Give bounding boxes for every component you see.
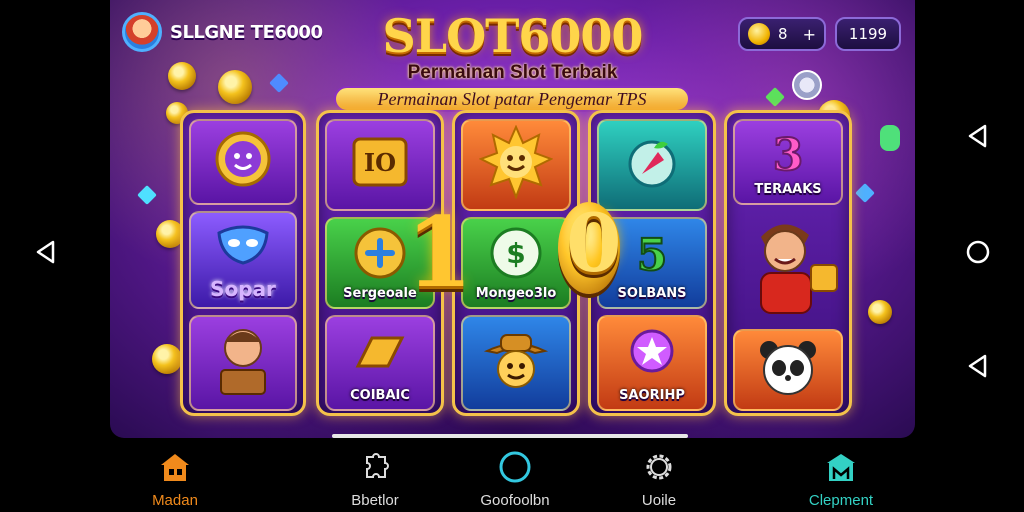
banner-text: Permainan Slot patar Pengemar TPS xyxy=(377,88,647,109)
circle-icon xyxy=(499,451,531,483)
svg-text:3: 3 xyxy=(773,130,804,174)
home-nav-button[interactable] xyxy=(958,232,998,272)
recents-nav-button[interactable] xyxy=(958,346,998,386)
balance-display[interactable]: 1199 xyxy=(835,17,901,51)
add-coins-button[interactable]: + xyxy=(803,25,816,44)
mask-icon xyxy=(217,225,269,265)
gear-icon xyxy=(646,454,672,480)
back-triangle-icon xyxy=(968,124,987,148)
cowboy-icon xyxy=(483,334,549,388)
dollar-icon: $ xyxy=(490,227,542,278)
gem-decoration xyxy=(765,87,785,107)
tab-label: Goofoolbn xyxy=(480,492,550,509)
sun-icon xyxy=(479,125,553,199)
bottom-nav: Madan Bbetlor Goofoolbn Uoile Clepment xyxy=(110,440,915,512)
tab-uoile[interactable]: Uoile xyxy=(604,450,714,509)
tab-label: Madan xyxy=(152,492,198,509)
symbol-hero xyxy=(733,211,843,323)
symbol-laurel-face xyxy=(189,119,297,205)
plus-coin-icon xyxy=(354,227,406,278)
symbol-label: Mongeo3lo xyxy=(475,286,557,301)
back-triangle-icon xyxy=(968,354,987,378)
puzzle-icon xyxy=(366,453,389,478)
promo-banner: Permainan Slot patar Pengemar TPS xyxy=(334,86,690,112)
hero-character-icon xyxy=(760,224,838,314)
store-icon xyxy=(827,454,855,481)
tab-bbetlor[interactable]: Bbetlor xyxy=(320,450,430,509)
symbol-teraaks: 3 TERAAKS xyxy=(733,119,843,205)
symbol-coibaic: COIBAIC xyxy=(325,315,435,411)
symbol-label: TERAAKS xyxy=(754,182,822,197)
symbol-panda xyxy=(733,329,843,411)
tab-label: Bbetlor xyxy=(351,492,399,509)
green-five-icon: 5 xyxy=(636,229,669,278)
symbol-saorihp: SAORIHP xyxy=(597,315,707,411)
symbol-sun xyxy=(461,119,571,211)
tab-madan[interactable]: Madan xyxy=(120,450,230,509)
left-system-bar xyxy=(0,0,110,512)
big-digit-one: 1 xyxy=(406,196,473,309)
tab-label: Uoile xyxy=(641,492,677,509)
coin-icon xyxy=(748,23,770,45)
gold-block-icon: IO xyxy=(352,137,408,187)
block-text: IO xyxy=(364,148,396,177)
reel-5: 3 TERAAKS xyxy=(724,110,852,416)
star-gem-icon xyxy=(630,329,674,372)
coins-value: 8 xyxy=(778,25,788,43)
tab-label: Clepment xyxy=(808,492,874,509)
gem-decoration xyxy=(855,183,875,203)
character-icon xyxy=(220,329,266,395)
symbol-label: Sopar xyxy=(210,277,276,301)
symbol-label: SAORIHP xyxy=(619,388,685,403)
right-system-bar xyxy=(914,0,1024,512)
gem-decoration xyxy=(880,125,900,151)
home-icon xyxy=(161,454,189,481)
tab-goofoolbn[interactable]: Goofoolbn xyxy=(460,450,570,509)
panda-icon xyxy=(760,341,816,395)
coin-decoration xyxy=(152,344,182,374)
fruit-icon xyxy=(628,140,676,188)
symbol-sopar: Sopar xyxy=(189,211,297,309)
gem-decoration xyxy=(137,185,157,205)
home-circle-icon xyxy=(966,240,990,264)
game-viewport: SLLGNE TE6000 SLOT6000 Permainan Slot Te… xyxy=(110,0,915,438)
symbol-label: COIBAIC xyxy=(350,388,410,403)
coins-counter[interactable]: 8 + xyxy=(738,17,826,51)
svg-text:$: $ xyxy=(506,237,525,270)
gold-bar-icon xyxy=(355,336,405,367)
laurel-face-icon xyxy=(215,131,271,187)
tab-clepment[interactable]: Clepment xyxy=(786,450,896,509)
svg-text:5: 5 xyxy=(637,230,668,278)
symbol-label: SOLBANS xyxy=(617,286,687,301)
symbol-mongeo3lo: $ Mongeo3lo xyxy=(461,217,571,309)
balance-value: 1199 xyxy=(848,25,888,43)
back-nav-button-right[interactable] xyxy=(958,116,998,156)
big-digit-zero: 0 xyxy=(566,196,622,290)
back-triangle-icon xyxy=(36,240,55,264)
symbol-cowboy xyxy=(461,315,571,411)
back-nav-button[interactable] xyxy=(26,232,66,272)
symbol-character-treasure xyxy=(189,315,297,411)
settings-icon[interactable] xyxy=(792,70,822,100)
coin-decoration xyxy=(868,300,892,324)
reel-1: Sopar xyxy=(180,110,306,416)
number-three-icon: 3 xyxy=(772,130,805,174)
home-indicator[interactable] xyxy=(332,434,688,438)
